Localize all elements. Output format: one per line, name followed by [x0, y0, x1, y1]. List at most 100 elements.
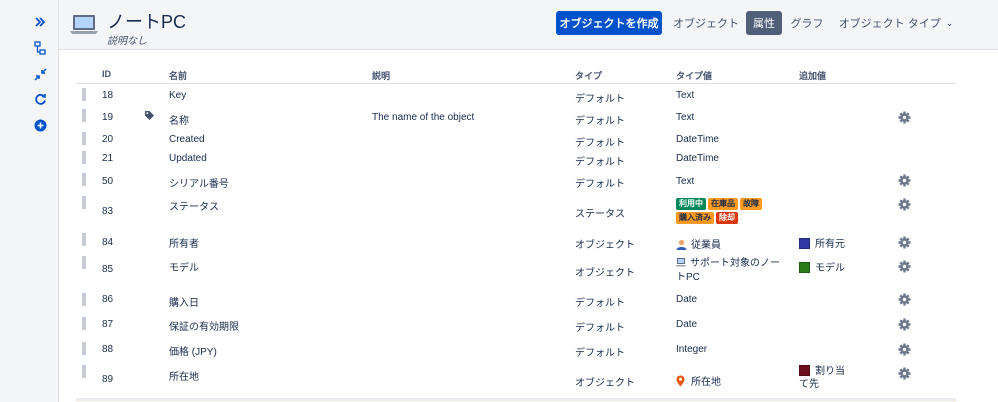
- row-id: 88: [102, 344, 114, 355]
- row-name: 所有者: [169, 239, 199, 250]
- label-tag-icon: [144, 110, 155, 124]
- row-name: ステータス: [169, 202, 219, 213]
- row-type-value: Text: [676, 176, 695, 187]
- row-description: The name of the object: [372, 112, 475, 123]
- row-additional-value: 所有元: [799, 235, 845, 250]
- add-icon[interactable]: [32, 117, 48, 133]
- table-row[interactable]: 85 モデル オブジェクト サポート対象のノー トPC モデル: [76, 256, 956, 288]
- row-type: デフォルト: [575, 323, 625, 334]
- row-type-value: Text: [676, 112, 695, 123]
- status-badge: 利用中: [676, 198, 706, 210]
- drag-handle-icon[interactable]: [82, 88, 86, 101]
- laptop-icon: [69, 14, 99, 41]
- gear-icon[interactable]: [898, 318, 911, 331]
- additional-value-label: モデル: [815, 263, 845, 274]
- tab-graph[interactable]: グラフ: [785, 11, 829, 35]
- row-name: Key: [169, 90, 187, 101]
- gear-icon[interactable]: [898, 174, 911, 187]
- row-type-value: DateTime: [676, 134, 719, 145]
- object-type-dropdown[interactable]: オブジェクト タイプ ⌄: [837, 11, 955, 35]
- row-name: 価格 (JPY): [169, 347, 217, 358]
- row-type: オブジェクト: [575, 378, 635, 389]
- row-name: 名称: [169, 116, 189, 127]
- collapse-icon[interactable]: [32, 66, 48, 82]
- expand-sidebar-icon[interactable]: [32, 14, 48, 30]
- drag-handle-icon[interactable]: [82, 196, 86, 209]
- refresh-icon[interactable]: [32, 91, 48, 107]
- row-type-value: 所在地: [691, 377, 721, 388]
- drag-handle-icon[interactable]: [82, 173, 86, 186]
- gear-icon[interactable]: [898, 343, 911, 356]
- gear-icon[interactable]: [898, 260, 911, 273]
- drag-handle-icon[interactable]: [82, 109, 86, 122]
- row-id: 50: [102, 176, 114, 187]
- row-id: 84: [102, 237, 114, 248]
- status-badge: 故障: [740, 198, 762, 210]
- page-title: ノートPC: [107, 12, 187, 32]
- row-type-value: Date: [676, 319, 698, 330]
- row-type: デフォルト: [575, 116, 625, 127]
- column-header-type-value: タイプ値: [676, 71, 713, 81]
- row-name: Created: [169, 134, 205, 145]
- gear-icon[interactable]: [898, 236, 911, 249]
- row-type: ステータス: [575, 209, 625, 220]
- row-id: 85: [102, 264, 114, 275]
- drag-handle-icon[interactable]: [82, 256, 86, 269]
- row-name: Updated: [169, 153, 207, 164]
- table-row[interactable]: 83 ステータス ステータス 利用中 在庫品 故障 購入済み 除却: [76, 196, 956, 226]
- drag-handle-icon[interactable]: [82, 293, 86, 306]
- additional-value-label: 所有元: [815, 239, 845, 250]
- row-name: 購入日: [169, 298, 199, 309]
- row-id: 83: [102, 206, 114, 217]
- page-description: 説明なし: [107, 36, 147, 47]
- row-additional-value: モデル: [799, 259, 845, 274]
- gear-icon[interactable]: [898, 293, 911, 306]
- additional-value-label: 割り当: [815, 366, 845, 377]
- color-swatch: [799, 262, 810, 273]
- status-badge: 購入済み: [676, 212, 714, 224]
- drag-handle-icon[interactable]: [82, 365, 86, 378]
- row-name: シリアル番号: [169, 179, 229, 190]
- table-row[interactable]: 89 所在地 オブジェクト 所在地 割り当 て先: [76, 365, 956, 395]
- column-header-description: 説明: [372, 71, 391, 81]
- gear-icon[interactable]: [898, 198, 911, 211]
- row-type-value: Integer: [676, 344, 708, 355]
- tab-objects[interactable]: オブジェクト: [669, 11, 743, 35]
- column-header-additional-value: 追加値: [799, 71, 827, 81]
- row-type-value: Date: [676, 294, 698, 305]
- create-object-button[interactable]: オブジェクトを作成: [556, 11, 662, 35]
- chevron-down-icon: ⌄: [945, 17, 954, 28]
- drag-handle-icon[interactable]: [82, 342, 86, 355]
- additional-value-continued: て先: [799, 379, 819, 390]
- column-header-type: タイプ: [575, 71, 603, 81]
- row-type: デフォルト: [575, 348, 625, 359]
- hierarchy-icon[interactable]: [32, 40, 48, 56]
- color-swatch: [799, 238, 810, 249]
- row-type-value-cell: サポート対象のノー トPC: [676, 257, 780, 284]
- drag-handle-icon[interactable]: [82, 317, 86, 330]
- row-type: デフォルト: [575, 179, 625, 190]
- row-id: 21: [102, 153, 114, 164]
- column-header-name: 名前: [169, 71, 188, 81]
- tab-attributes[interactable]: 属性: [746, 11, 782, 35]
- person-icon: [676, 239, 687, 253]
- status-badge: 除却: [716, 212, 738, 224]
- row-type: デフォルト: [575, 157, 625, 168]
- drag-handle-icon[interactable]: [82, 151, 86, 164]
- row-additional-value: 割り当 て先: [799, 365, 845, 391]
- row-name: モデル: [169, 263, 199, 274]
- gear-icon[interactable]: [898, 367, 911, 380]
- row-id: 87: [102, 319, 114, 330]
- color-swatch: [799, 365, 810, 376]
- row-id: 86: [102, 294, 114, 305]
- row-type-value-continued: トPC: [676, 272, 700, 283]
- row-id: 19: [102, 112, 114, 123]
- page-header: ノートPC 説明なし オブジェクトを作成 オブジェクト 属性 グラフ オブジェク…: [59, 0, 998, 50]
- drag-handle-icon[interactable]: [82, 233, 86, 246]
- row-id: 89: [102, 374, 114, 385]
- gear-icon[interactable]: [898, 111, 911, 124]
- location-pin-icon: [676, 375, 685, 390]
- row-type-value: サポート対象のノー: [690, 258, 780, 269]
- row-type-value: Text: [676, 90, 695, 101]
- drag-handle-icon[interactable]: [82, 132, 86, 145]
